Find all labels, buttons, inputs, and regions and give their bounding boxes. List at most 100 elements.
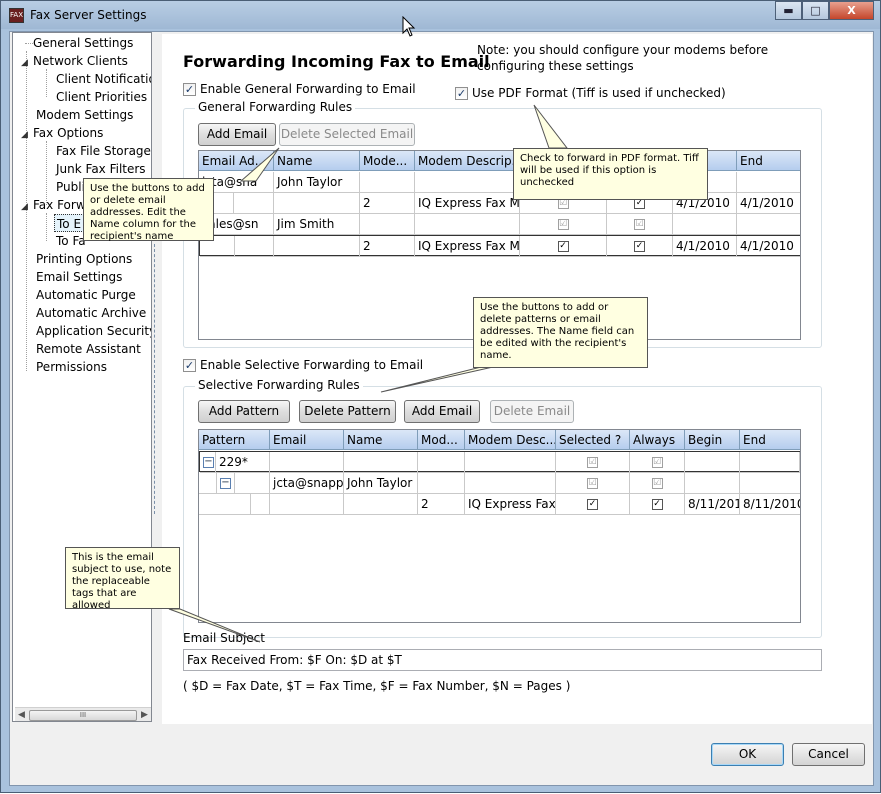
maximize-icon[interactable]: □: [802, 1, 829, 20]
tree-item-fax-options[interactable]: ◢ Fax Options: [21, 124, 103, 142]
tree-item-permissions[interactable]: Permissions: [36, 358, 107, 376]
column-header-email[interactable]: Email: [270, 430, 344, 450]
add-email-button-selective[interactable]: Add Email: [404, 400, 480, 423]
cell-selected[interactable]: ✓: [520, 236, 607, 257]
cell-selected[interactable]: ☑: [556, 452, 630, 473]
tree-item-remote-assistant[interactable]: Remote Assistant: [36, 340, 141, 358]
minimize-icon[interactable]: ▬: [775, 1, 802, 20]
always-checkbox[interactable]: ✓: [651, 499, 663, 510]
ok-button[interactable]: OK: [711, 743, 784, 766]
table-row[interactable]: jcta@sna John Taylor: [199, 172, 800, 193]
cell-expander[interactable]: −: [217, 473, 235, 494]
tree-item-email-settings[interactable]: Email Settings: [36, 268, 122, 286]
selected-checkbox[interactable]: ☑: [587, 478, 598, 489]
cell-selected[interactable]: ☑: [556, 473, 630, 494]
tree-item-network-clients[interactable]: ◢ Network Clients: [21, 52, 128, 70]
collapse-icon[interactable]: −: [203, 457, 214, 468]
column-header-mode[interactable]: Mod...: [418, 430, 465, 450]
cell-begin[interactable]: 4/1/2010: [673, 236, 737, 257]
cell-end[interactable]: 4/1/2010: [737, 236, 800, 257]
table-row[interactable]: sales@sn Jim Smith ☑ ☑: [199, 214, 800, 235]
collapse-icon[interactable]: −: [220, 478, 231, 489]
tree-item-application-security[interactable]: Application Security: [36, 322, 151, 340]
always-checkbox[interactable]: ☑: [634, 219, 645, 230]
cancel-button[interactable]: Cancel: [792, 743, 865, 766]
tree-item-client-notifications[interactable]: Client Notifications: [56, 70, 151, 88]
close-icon[interactable]: X: [829, 1, 874, 20]
column-header-modem-description[interactable]: Modem Descrip...: [415, 151, 520, 171]
always-checkbox[interactable]: ✓: [634, 241, 645, 252]
enable-general-forwarding-checkbox[interactable]: ✓ Enable General Forwarding to Email: [183, 82, 416, 96]
cell-name[interactable]: John Taylor: [274, 172, 360, 193]
add-email-button[interactable]: Add Email: [198, 123, 276, 146]
title-bar[interactable]: FAX Fax Server Settings ▬ □ X: [1, 1, 880, 29]
use-pdf-format-checkbox[interactable]: ✓ Use PDF Format (Tiff is used if unchec…: [455, 86, 726, 100]
table-row[interactable]: 2 IQ Express Fax ✓ ✓ 8/11/2010 8/11/2010: [199, 494, 800, 515]
tree-item-fax-forwarding[interactable]: ◢ Fax Forw: [21, 196, 86, 214]
column-header-name[interactable]: Name: [344, 430, 418, 450]
tree-item-client-priorities[interactable]: Client Priorities: [56, 88, 147, 106]
checkbox-check-icon[interactable]: ✓: [183, 358, 196, 372]
table-row[interactable]: − jcta@snappy John Taylor ☑ ☑: [199, 473, 800, 494]
scroll-right-icon[interactable]: ▶: [141, 710, 148, 720]
cell-always[interactable]: ✓: [607, 236, 673, 257]
tree-item-to-fax[interactable]: To Fa: [56, 232, 86, 250]
tree-item-fax-file-storage[interactable]: Fax File Storage: [56, 142, 151, 160]
table-row-selected[interactable]: − 229* ☑ ☑: [199, 451, 800, 473]
selected-checkbox[interactable]: ✓: [557, 241, 569, 252]
tree-horizontal-scrollbar[interactable]: ◀ III ▶: [15, 707, 151, 721]
pane-splitter[interactable]: [154, 244, 159, 514]
delete-email-button[interactable]: Delete Email: [490, 400, 574, 423]
scroll-thumb[interactable]: III: [29, 710, 137, 721]
cell-begin[interactable]: 8/11/2010: [685, 494, 740, 515]
enable-selective-forwarding-checkbox[interactable]: ✓ Enable Selective Forwarding to Email: [183, 358, 423, 372]
cell-always[interactable]: ☑: [630, 473, 685, 494]
cell-end[interactable]: 4/1/2010: [737, 193, 800, 214]
cell-pattern[interactable]: 229*: [216, 452, 270, 473]
cell-email[interactable]: jcta@snappy: [270, 473, 344, 494]
tree-item-modem-settings[interactable]: Modem Settings: [36, 106, 133, 124]
column-header-email[interactable]: Email Ad...: [199, 151, 274, 171]
cell-always[interactable]: ☑: [607, 214, 673, 235]
selected-checkbox[interactable]: ☑: [557, 219, 569, 230]
collapse-icon[interactable]: ◢: [21, 198, 33, 216]
cell-selected[interactable]: ✓: [556, 494, 630, 515]
tree-item-automatic-archive[interactable]: Automatic Archive: [36, 304, 146, 322]
always-checkbox[interactable]: ☑: [651, 457, 663, 468]
email-subject-input[interactable]: Fax Received From: $F On: $D at $T: [183, 649, 822, 671]
delete-pattern-button[interactable]: Delete Pattern: [299, 400, 396, 423]
selected-checkbox[interactable]: ✓: [587, 499, 598, 510]
tree-item-automatic-purge[interactable]: Automatic Purge: [36, 286, 136, 304]
cell-name[interactable]: John Taylor: [344, 473, 418, 494]
column-header-mode[interactable]: Mode...: [360, 151, 415, 171]
cell-expander[interactable]: −: [200, 452, 216, 473]
tree-item-to-email[interactable]: To E: [54, 214, 85, 232]
cell-always[interactable]: ☑: [630, 452, 685, 473]
column-header-pattern[interactable]: Pattern: [199, 430, 270, 450]
table-row-selected[interactable]: 2 IQ Express Fax Mo ✓ ✓ 4/1/2010 4/1/201…: [199, 235, 800, 257]
always-checkbox[interactable]: ☑: [651, 478, 663, 489]
column-header-name[interactable]: Name: [274, 151, 360, 171]
delete-selected-email-button[interactable]: Delete Selected Email: [279, 123, 415, 146]
cell-always[interactable]: ✓: [630, 494, 685, 515]
collapse-icon[interactable]: ◢: [21, 54, 33, 72]
column-header-end[interactable]: End: [740, 430, 800, 450]
cell-end[interactable]: 8/11/2010: [740, 494, 800, 515]
tree-item-general-settings[interactable]: General Settings: [25, 34, 133, 52]
column-header-begin[interactable]: Begin: [685, 430, 740, 450]
cell-selected[interactable]: ☑: [520, 214, 607, 235]
column-header-end[interactable]: End: [737, 151, 800, 171]
checkbox-check-icon[interactable]: ✓: [455, 86, 468, 100]
checkbox-check-icon[interactable]: ✓: [183, 82, 196, 96]
add-pattern-button[interactable]: Add Pattern: [198, 400, 290, 423]
column-header-selected[interactable]: Selected ?: [556, 430, 630, 450]
scroll-left-icon[interactable]: ◀: [18, 710, 25, 720]
tree-item-printing-options[interactable]: Printing Options: [36, 250, 132, 268]
table-row[interactable]: 2 IQ Express Fax M ☑ ✓ 4/1/2010 4/1/2010: [199, 193, 800, 214]
column-header-modem-description[interactable]: Modem Desc...: [465, 430, 556, 450]
selected-checkbox[interactable]: ☑: [587, 457, 598, 468]
tree-item-junk-fax-filters[interactable]: Junk Fax Filters: [56, 160, 146, 178]
settings-tree[interactable]: General Settings ◢ Network Clients Client…: [12, 32, 152, 722]
column-header-always[interactable]: Always: [630, 430, 685, 450]
cell-name[interactable]: Jim Smith: [274, 214, 360, 235]
